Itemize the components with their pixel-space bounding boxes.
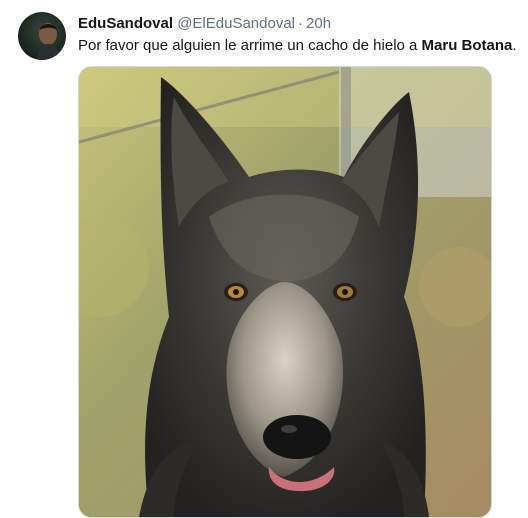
author-handle[interactable]: @ElEduSandoval [177,15,295,32]
tweet[interactable]: EduSandoval @ElEduSandoval · 20h Por favor… [0,0,528,518]
tweet-text-bold: Maru Botana [421,37,513,54]
avatar[interactable] [18,12,66,60]
tweet-text: Por favor que alguien le arrime un cacho… [78,36,518,56]
tweet-time[interactable]: 20h [306,15,331,32]
tweet-media[interactable] [78,66,492,518]
wolf-photo [79,67,491,517]
tweet-text-after: . [512,37,517,54]
tweet-text-before: Por favor que alguien le arrime un cacho… [78,37,422,54]
tweet-header: EduSandoval @ElEduSandoval · 20h [78,14,331,34]
author-name[interactable]: EduSandoval [78,15,173,32]
separator-dot: · [298,15,304,32]
avatar-image [37,23,62,60]
